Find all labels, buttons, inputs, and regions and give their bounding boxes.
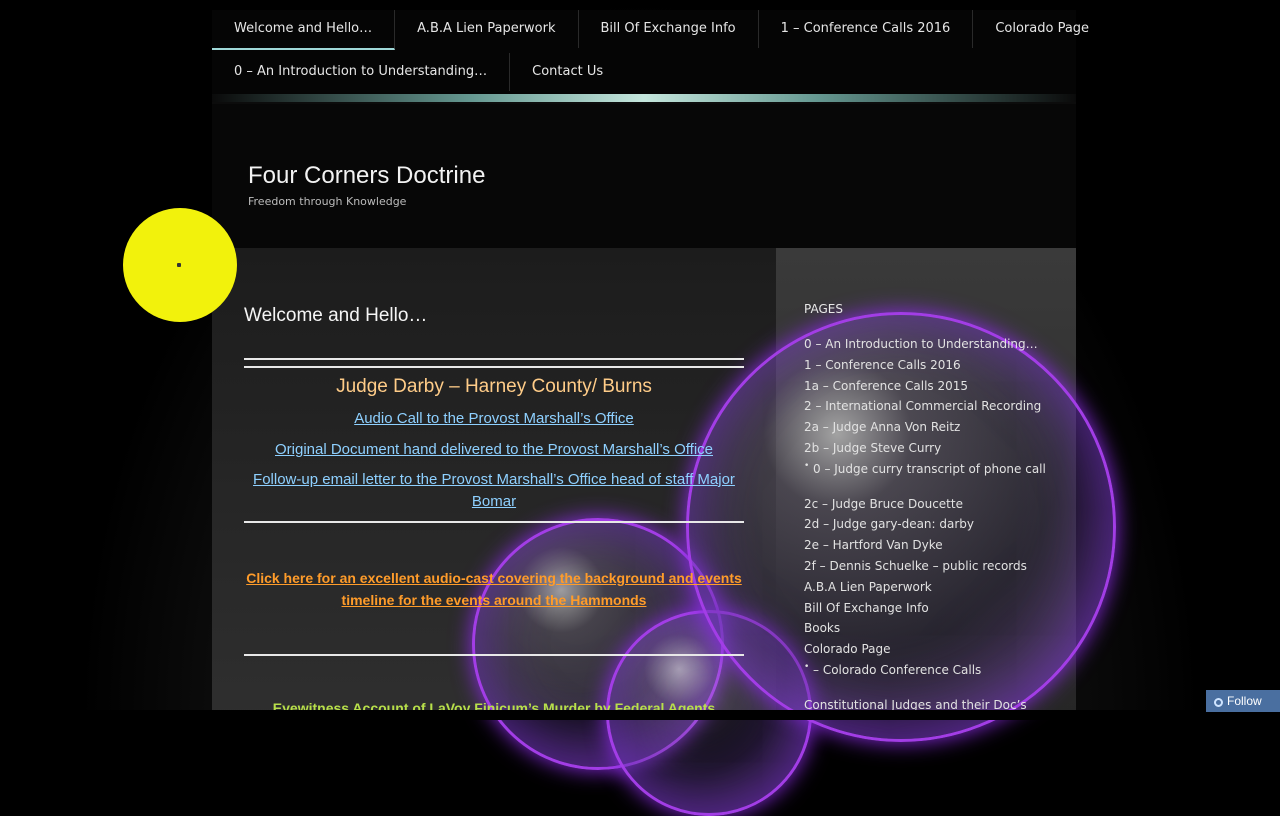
nav-item-introduction[interactable]: 0 – An Introduction to Understanding… [212, 53, 511, 91]
sidebar-page-link[interactable]: 1 – Conference Calls 2016 [804, 355, 1064, 376]
nav-row-secondary: 0 – An Introduction to Understanding… Co… [212, 53, 625, 93]
audio-call-link[interactable]: Audio Call to the Provost Marshall’s Off… [244, 408, 744, 430]
pages-list: 0 – An Introduction to Understanding… 1 –… [804, 334, 1064, 716]
wordpress-icon [1214, 698, 1223, 707]
main-navigation: Welcome and Hello… A.B.A Lien Paperwork … [212, 10, 1089, 94]
nav-item-contact[interactable]: Contact Us [510, 53, 625, 91]
sidebar-page-link[interactable]: 1a – Conference Calls 2015 [804, 376, 1064, 397]
follow-up-email-link[interactable]: Follow-up email letter to the Provost Ma… [244, 469, 744, 513]
audio-cast-link[interactable]: Click here for an excellent audio-cast c… [244, 567, 744, 611]
sidebar-page-link[interactable]: 2c – Judge Bruce Doucette [804, 494, 1064, 515]
nav-item-welcome[interactable]: Welcome and Hello… [212, 10, 396, 50]
site-tagline: Freedom through Knowledge [248, 195, 407, 208]
divider [244, 366, 744, 368]
nav-item-colorado[interactable]: Colorado Page [973, 10, 1111, 48]
nav-item-bill-of-exchange[interactable]: Bill Of Exchange Info [579, 10, 759, 48]
follow-label: Follow [1227, 694, 1262, 708]
pages-widget-title: PAGES [804, 302, 843, 316]
bottom-bar [0, 710, 1280, 720]
sidebar-page-link[interactable]: – Colorado Conference Calls [804, 657, 1064, 681]
sidebar-page-link[interactable]: 2d – Judge gary-dean: darby [804, 514, 1064, 535]
sidebar-page-link[interactable]: Colorado Page [804, 639, 1064, 660]
nav-divider-glow [212, 94, 1076, 102]
divider [244, 358, 744, 360]
original-document-link[interactable]: Original Document hand delivered to the … [244, 439, 744, 461]
sidebar-page-link[interactable]: 0 – An Introduction to Understanding… [804, 334, 1064, 355]
nav-item-conference-calls-2016[interactable]: 1 – Conference Calls 2016 [759, 10, 974, 48]
sidebar-page-link[interactable]: 2a – Judge Anna Von Reitz [804, 417, 1064, 438]
follow-button[interactable]: Follow [1206, 690, 1280, 712]
sidebar-page-link[interactable]: 0 – Judge curry transcript of phone call [804, 456, 1064, 480]
nav-row-primary: Welcome and Hello… A.B.A Lien Paperwork … [212, 10, 1111, 50]
site-header: Four Corners Doctrine Freedom through Kn… [212, 104, 1076, 248]
judge-heading: Judge Darby – Harney County/ Burns [336, 376, 652, 397]
site-title[interactable]: Four Corners Doctrine [248, 162, 485, 190]
sidebar-page-link[interactable]: 2e – Hartford Van Dyke [804, 535, 1064, 556]
nav-item-aba-lien[interactable]: A.B.A Lien Paperwork [395, 10, 579, 48]
mouse-pointer [177, 263, 181, 267]
sidebar-page-link[interactable]: Books [804, 618, 1064, 639]
sidebar-page-link[interactable]: 2f – Dennis Schuelke – public records [804, 556, 1064, 577]
sidebar-page-link[interactable]: Bill Of Exchange Info [804, 598, 1064, 619]
divider [244, 654, 744, 656]
divider [244, 521, 744, 523]
sidebar-page-link[interactable]: A.B.A Lien Paperwork [804, 577, 1064, 598]
sidebar-page-link[interactable]: 2 – International Commercial Recording [804, 396, 1064, 417]
sidebar-page-link[interactable]: 2b – Judge Steve Curry [804, 438, 1064, 459]
post-title: Welcome and Hello… [244, 305, 428, 326]
